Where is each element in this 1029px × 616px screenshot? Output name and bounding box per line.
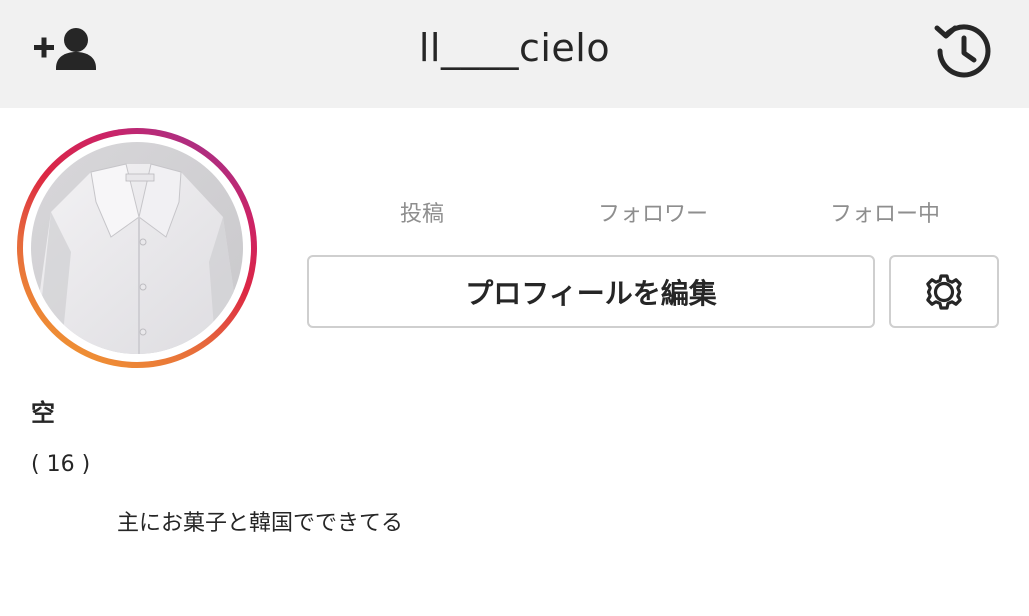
- profile-page: ll____cielo 投稿 フォロワー フォロー中 プロフィールを編集 空 (…: [0, 0, 1029, 616]
- following-label[interactable]: フォロー中: [785, 196, 985, 228]
- profile-age: ( 16 ): [31, 452, 91, 477]
- profile-bio: 主にお菓子と韓国でできてる: [117, 511, 404, 536]
- gear-icon: [926, 273, 962, 310]
- settings-button[interactable]: [889, 255, 999, 328]
- posts-label[interactable]: 投稿: [322, 196, 522, 228]
- avatar-photo: [31, 142, 243, 354]
- history-button[interactable]: [930, 20, 996, 82]
- top-bar: ll____cielo: [0, 0, 1029, 108]
- profile-name: 空: [31, 399, 55, 427]
- avatar-border: [23, 134, 251, 362]
- edit-profile-button[interactable]: プロフィールを編集: [307, 255, 875, 328]
- history-icon: [934, 24, 991, 78]
- followers-label[interactable]: フォロワー: [553, 196, 753, 228]
- profile-username: ll____cielo: [418, 26, 611, 70]
- avatar[interactable]: [17, 128, 257, 368]
